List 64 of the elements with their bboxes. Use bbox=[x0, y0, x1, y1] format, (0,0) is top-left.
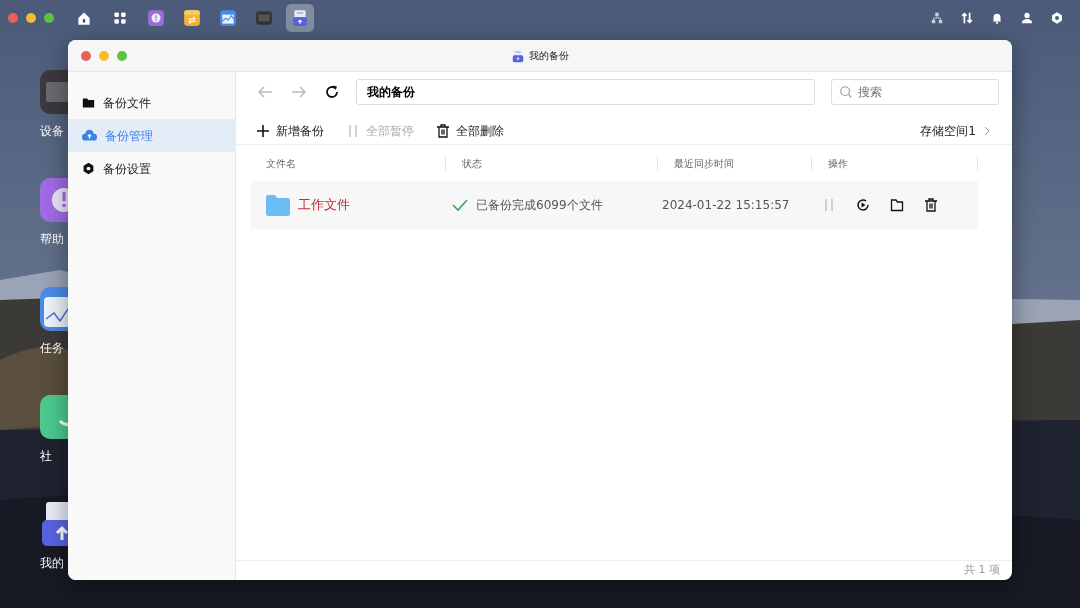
column-header: 操作 bbox=[812, 155, 978, 171]
delete-button[interactable] bbox=[924, 198, 938, 212]
refresh-button[interactable] bbox=[324, 84, 340, 100]
cloud-upload-icon bbox=[82, 129, 97, 142]
chevron-right-icon bbox=[982, 125, 992, 136]
tray-button[interactable] bbox=[1020, 11, 1034, 25]
table-row[interactable]: 工作文件 已备份完成6099个文件 2024-01-22 15:15:57 bbox=[250, 181, 978, 229]
play-button[interactable] bbox=[856, 198, 870, 212]
sync-time: 2024-01-22 15:15:57 bbox=[662, 198, 790, 212]
alert-icon bbox=[40, 178, 68, 222]
network-icon bbox=[930, 11, 944, 25]
tray-button[interactable] bbox=[990, 11, 1004, 25]
search-icon bbox=[839, 85, 853, 99]
app-label: 任务 bbox=[40, 341, 64, 355]
column-header: 文件名 bbox=[250, 155, 446, 171]
user-icon bbox=[1020, 11, 1034, 25]
status-text: 已备份完成6099个文件 bbox=[476, 197, 603, 214]
tray-button[interactable] bbox=[1050, 11, 1064, 25]
sync-icon bbox=[183, 9, 201, 27]
item-count: 共 1 项 bbox=[964, 562, 1000, 579]
storage-selector[interactable]: 存储空间1 bbox=[920, 121, 992, 140]
add-button[interactable]: 新增备份 bbox=[256, 121, 324, 140]
tray-button[interactable] bbox=[930, 11, 944, 25]
app-label: 社 bbox=[40, 449, 52, 463]
sidebar-item[interactable]: 备份设置 bbox=[68, 152, 235, 185]
check-icon bbox=[452, 198, 468, 212]
column-header: 状态 bbox=[446, 155, 658, 171]
device-icon bbox=[40, 70, 68, 114]
backup-icon bbox=[511, 49, 525, 63]
path-field[interactable]: 我的备份 bbox=[356, 79, 815, 105]
close-button[interactable] bbox=[81, 51, 91, 61]
trash-icon bbox=[924, 198, 938, 212]
sidebar-item[interactable]: 备份文件 bbox=[68, 86, 235, 119]
app-label: 设备 bbox=[40, 124, 64, 138]
search-field[interactable]: 搜索 bbox=[831, 79, 999, 105]
folder-icon bbox=[890, 198, 904, 212]
file-name: 工作文件 bbox=[298, 196, 350, 215]
refresh-icon bbox=[324, 84, 340, 100]
transfer-icon bbox=[960, 11, 974, 25]
bell-icon bbox=[990, 11, 1004, 25]
column-header: 最近同步时间 bbox=[658, 155, 812, 171]
pause-icon bbox=[346, 123, 360, 138]
app-label: 我的 bbox=[40, 556, 64, 570]
play-icon bbox=[856, 198, 870, 212]
folder-icon bbox=[82, 96, 95, 109]
pause-icon bbox=[822, 198, 836, 212]
app-label: 帮助 bbox=[40, 232, 64, 246]
window-title: 我的备份 bbox=[529, 49, 569, 63]
delete-all-button[interactable]: 全部删除 bbox=[436, 121, 504, 140]
grid-icon bbox=[111, 9, 129, 27]
open-folder-button[interactable] bbox=[890, 198, 904, 212]
trash-icon bbox=[436, 123, 450, 138]
chart-icon bbox=[219, 9, 237, 27]
folder-icon bbox=[266, 194, 290, 216]
alert-icon bbox=[147, 9, 165, 27]
backup-icon bbox=[291, 9, 309, 27]
device-icon bbox=[255, 9, 273, 27]
plus-icon bbox=[256, 123, 270, 138]
maximize-button[interactable] bbox=[44, 13, 54, 23]
settings-icon bbox=[1050, 11, 1064, 25]
tray-button[interactable] bbox=[960, 11, 974, 25]
minimize-button[interactable] bbox=[26, 13, 36, 23]
settings-icon bbox=[82, 162, 95, 175]
dock-item[interactable] bbox=[286, 4, 314, 32]
